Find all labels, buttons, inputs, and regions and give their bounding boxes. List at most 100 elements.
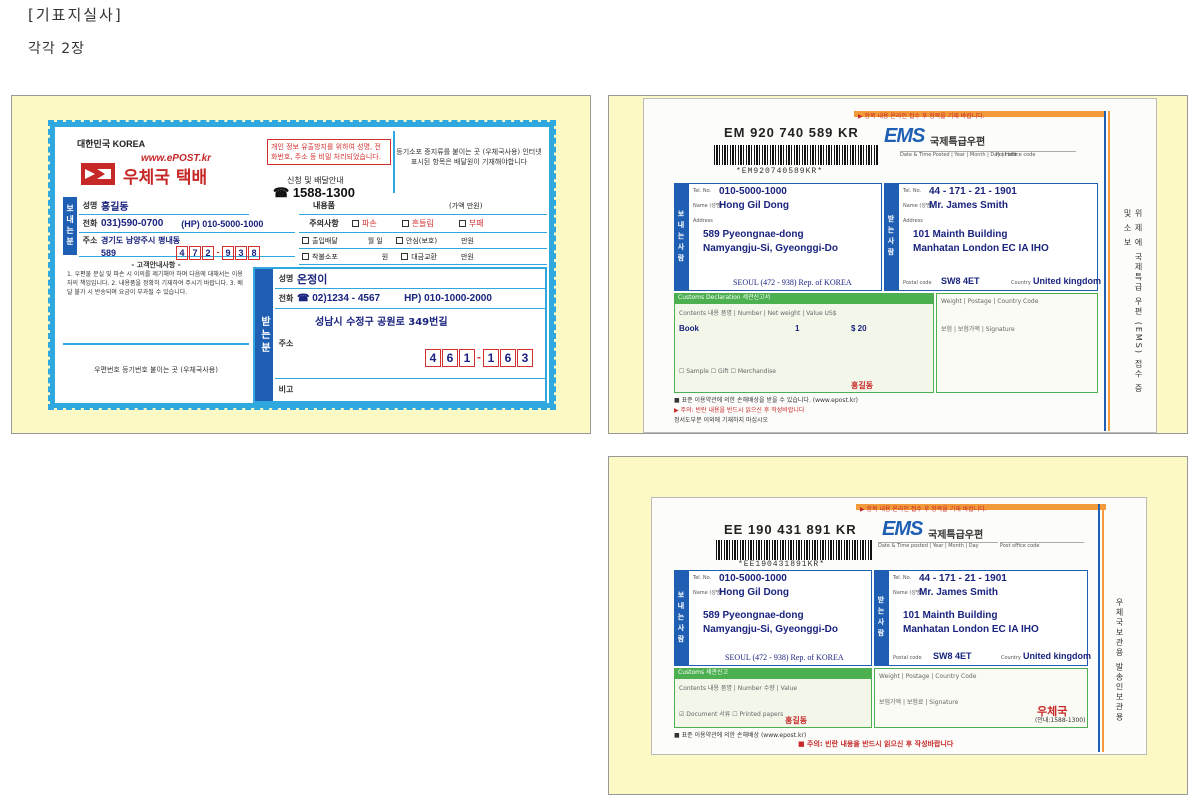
sender-phone-label: 전화 <box>82 219 98 228</box>
option-payment[interactable]: 대금교환 <box>398 252 437 262</box>
ems-to-postcode: SW8 4ET <box>941 276 980 286</box>
ems2-date-table: Date & Time posted | Year | Month | Day <box>878 542 998 566</box>
ems-to-box: Tel. No. 44 - 171 - 21 - 1901 Name (성명) … <box>898 183 1101 291</box>
ems2-to-country-label: Country <box>1001 655 1021 661</box>
ems2-from-box: Tel. No. 010-5000-1000 Name (성명) Hong Gi… <box>688 570 872 666</box>
ems-to-tel: 44 - 171 - 21 - 1901 <box>929 186 1017 197</box>
ems2-top-note: ▶ 항목 내용 온라인 접수 후 항목을 기재 바랍니다. <box>860 506 987 513</box>
brand-country: 대한민국 KOREA <box>77 139 146 149</box>
ems-logo-korean: 국제특급우편 <box>930 137 986 148</box>
ems2-from-address-2: Namyangju-Si, Gyeonggi-Do <box>703 624 839 635</box>
ems-to-address-2: Manhatan London EC IA IHO <box>913 243 1049 254</box>
parcel-label-panel: 대한민국 KOREA www.ePOST.kr 우체국 택배 개인 정보 유출방… <box>11 95 591 434</box>
privacy-notice: 개인 정보 유출방지를 위하여 성명, 전화번호, 주소 등 비밀 처리되었습니… <box>267 139 391 165</box>
ems-from-tel: 010-5000-1000 <box>719 186 787 197</box>
brand-name: 우체국 택배 <box>123 168 208 188</box>
ems2-to-country: United kingdom <box>1023 651 1091 661</box>
ems2-orange-line <box>1102 504 1104 752</box>
content-row: 내용품 (가액 만원) <box>299 197 547 215</box>
ems-logo: EMS <box>884 125 925 147</box>
ems-orange-line <box>1108 111 1110 431</box>
ems-from-band: 보내는사람 <box>674 183 688 291</box>
receiver-hp: HP) 010-1000-2000 <box>404 293 492 304</box>
ems-to-address-label: Address <box>903 218 923 224</box>
receiver-zip: 461-163 <box>425 349 533 367</box>
delivery-row-1: 출입배달 월 일 안심(보호) 만원 <box>299 233 547 249</box>
ems-to-country: United kingdom <box>1033 276 1101 286</box>
option-cod[interactable]: 착불소포 <box>299 252 338 262</box>
ems2-to-postcode-label: Postal code <box>893 655 922 661</box>
receiver-band: 받는분 <box>255 269 273 401</box>
option-delivery[interactable]: 출입배달 <box>299 236 338 246</box>
stamp-area: 등기소포 증지류를 붙이는 곳 (우체국사용) 인터넷 표시된 항목은 배달원이… <box>393 131 543 193</box>
ems-from-address-label: Address <box>693 218 713 224</box>
ems-to-country-label: Country <box>1011 280 1031 286</box>
ems-barcode <box>714 145 878 165</box>
ems-to-postcode-label: Postal code <box>903 280 932 286</box>
ems2-logo-korean: 국제특급우편 <box>928 530 984 541</box>
sender-address-detail: 589 <box>101 248 117 258</box>
ems-from-name: Hong Gil Dong <box>719 200 789 211</box>
ems2-to-postcode: SW8 4ET <box>933 651 972 661</box>
ems2-customs-header: Contents 내용 품명 | Number 수량 | Value <box>679 685 798 692</box>
page-title: [기표지실사] <box>28 6 123 24</box>
caution-row: 주의사항 파손 흔들림 부패 <box>299 215 547 233</box>
content-label: 내용품 <box>312 201 336 210</box>
ems2-side-text: 우체국보관용 발송인보관용 <box>1115 598 1124 723</box>
receiver-phone: ☎ 02)1234 - 4567 <box>297 293 381 304</box>
ems-customs-box: Contents 내용 품명 | Number | Net weight | V… <box>674 303 934 393</box>
ems2-to-band: 받는사람 <box>874 570 888 666</box>
post-logo-icon <box>81 163 115 185</box>
page-subtitle: 각각 2장 <box>28 41 85 57</box>
ems2-blue-line <box>1098 504 1100 752</box>
ems2-to-tel-label: Tel. No. <box>893 575 912 581</box>
delivery-row-2: 착불소포 원 대금교환 만원 <box>299 249 547 265</box>
note-label: 비고 <box>278 384 294 394</box>
ems2-post-office: Post office code <box>1000 542 1084 566</box>
sender-address-row: 주소 경기도 남양주시 평내동 589 472-938 <box>79 233 295 260</box>
note-row: 비고 <box>275 379 545 399</box>
sender-hp: (HP) 010-5000-1000 <box>181 218 264 229</box>
customer-notice-title: - 고객안내사항 - <box>131 261 181 269</box>
ems-side-text: 위 제 에 국제특급 우편 (EMS) 접수 증 및 소 보 <box>1123 209 1143 395</box>
id-box: 우편번호 등기번호 붙이는 곳 (우체국사용) <box>63 343 249 403</box>
ems-footer-1: ■ 표준 이용약관에 의한 손해배상을 받을 수 있습니다. (www.epos… <box>674 397 859 404</box>
ems-label-1: ▶ 항목 내용 온라인 접수 후 항목을 기재 바랍니다. EM 920 740… <box>643 98 1157 433</box>
sender-name-row: 성명 홍길동 <box>79 197 249 215</box>
ems-to-name: Mr. James Smith <box>929 200 1008 211</box>
receiver-phone-label: 전화 <box>278 294 294 303</box>
ems2-to-tel: 44 - 171 - 21 - 1901 <box>919 573 1007 584</box>
ems-top-note: ▶ 항목 내용 온라인 접수 후 항목을 기재 바랍니다. <box>858 113 985 120</box>
ems-customs-qty: 1 <box>795 324 800 333</box>
sender-address: 경기도 남양주시 평내동 <box>101 236 181 245</box>
customer-notice-text: 1. 우편물 분실 및 파손 시 이의를 제기해야 하며 다음에 대해서는 이용… <box>67 271 243 296</box>
ems-from-address-2: Namyangju-Si, Gyeonggi-Do <box>703 243 839 254</box>
ems2-from-band: 보내는사람 <box>674 570 688 666</box>
delivery-date: 월 일 <box>367 236 383 245</box>
receiver-phone-row: 전화 ☎ 02)1234 - 4567 HP) 010-1000-2000 <box>275 289 545 309</box>
ems-weight-box: Weight | Postage | Country Code 보험 | 보험가… <box>936 293 1098 393</box>
shake-option[interactable]: 흔들림 <box>399 218 434 229</box>
ems2-logo: EMS <box>882 518 923 540</box>
ems-customs-value: $ 20 <box>851 324 867 333</box>
ems2-customs-box: Contents 내용 품명 | Number 수량 | Value ☑ Doc… <box>674 678 872 728</box>
ems-footer-2: ▶ 주의: 빈란 내용을 반드시 읽으신 후 작성바랍니다 <box>674 407 805 414</box>
cod-amount: 원 <box>381 252 389 261</box>
ems-footer-3: 정서도부분 이외에 기재하지 마십시오 <box>674 417 769 424</box>
fragile-option[interactable]: 파손 <box>349 218 377 229</box>
perishable-option[interactable]: 부패 <box>456 218 484 229</box>
option-safe[interactable]: 안심(보호) <box>393 236 437 246</box>
parcel-label: 대한민국 KOREA www.ePOST.kr 우체국 택배 개인 정보 유출방… <box>48 120 556 410</box>
ems-customs-title: Customs Declaration 세관신고서 <box>674 293 934 303</box>
ems-weight-label: Weight | Postage | Country Code <box>941 298 1039 305</box>
ems2-brand-tel: (안내:1588-1300) <box>1035 717 1086 724</box>
ems-signature: 홍길동 <box>851 381 874 390</box>
ems2-weight-box: Weight | Postage | Country Code 보험가액 | 보… <box>874 668 1088 728</box>
sender-addr-label: 주소 <box>82 236 98 245</box>
ems-tracking: EM 920 740 589 KR <box>724 125 859 140</box>
ems-to-band: 받는사람 <box>884 183 898 291</box>
ems-label-panel-1: ▶ 항목 내용 온라인 접수 후 항목을 기재 바랍니다. EM 920 740… <box>608 95 1188 434</box>
ems-label-2: ▶ 항목 내용 온라인 접수 후 항목을 기재 바랍니다. EE 190 431… <box>651 497 1147 755</box>
parcel-header: 대한민국 KOREA www.ePOST.kr 우체국 택배 개인 정보 유출방… <box>63 133 391 200</box>
sender-zip: 472-938 <box>176 246 261 260</box>
